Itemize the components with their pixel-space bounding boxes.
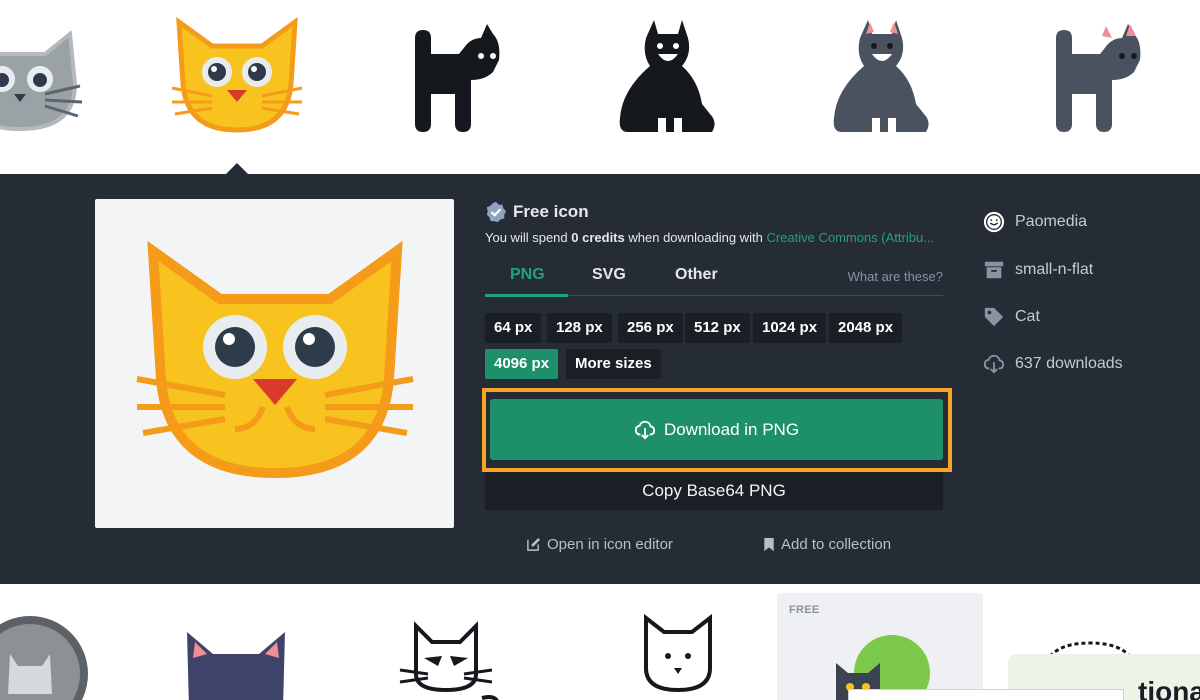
icon-detail-page: Free icon You will spend 0 credits when … <box>0 0 1200 700</box>
size-256[interactable]: 256 px <box>618 313 683 343</box>
related-icons-row <box>0 0 1200 175</box>
icon-preview <box>95 199 454 528</box>
author-name: Paomedia <box>1015 213 1088 230</box>
downloads-count: 637 downloads <box>1015 355 1123 372</box>
free-tag: FREE <box>789 604 820 616</box>
open-editor-link[interactable]: Open in icon editor <box>526 536 673 553</box>
edit-icon <box>527 537 541 551</box>
verified-badge-icon <box>486 201 507 223</box>
download-label: Download in PNG <box>663 419 800 439</box>
cat-orange-icon <box>136 240 414 479</box>
size-4096[interactable]: 4096 px <box>485 349 559 379</box>
cat-circle-icon[interactable] <box>0 614 90 700</box>
cat-gray-walking-icon[interactable] <box>1026 14 1166 144</box>
size-1024[interactable]: 1024 px <box>753 313 827 343</box>
copy-base64-button[interactable]: Copy Base64 PNG <box>485 472 943 510</box>
download-png-button[interactable]: Download in PNG <box>490 399 943 460</box>
active-tab-indicator <box>485 294 568 297</box>
cat-orange-icon[interactable] <box>167 14 307 144</box>
what-are-these-link[interactable]: What are these? <box>848 269 943 284</box>
free-icon-card[interactable]: FREE <box>777 593 983 700</box>
credits-prefix: You will spend <box>485 230 568 245</box>
promo-input-box <box>848 689 1124 700</box>
cloud-download-icon <box>634 420 656 440</box>
tag-name: Cat <box>1015 308 1040 325</box>
add-collection-link[interactable]: Add to collection <box>763 536 891 553</box>
credits-info: You will spend 0 credits when downloadin… <box>485 230 945 245</box>
bookmark-icon <box>764 537 774 552</box>
format-tabs: PNG SVG Other What are these? <box>485 260 943 297</box>
size-64[interactable]: 64 px <box>485 313 542 343</box>
tag-item[interactable]: Cat <box>983 306 1040 328</box>
tab-other[interactable]: Other <box>675 266 718 284</box>
dog-outline-icon[interactable] <box>638 613 718 700</box>
credits-middle: when downloading with <box>628 230 763 245</box>
more-sizes-button[interactable]: More sizes <box>566 349 661 379</box>
author-item[interactable]: Paomedia <box>983 211 1087 233</box>
cat-gray-icon[interactable] <box>0 14 90 144</box>
archive-icon <box>984 261 1004 279</box>
promo-text: tiona <box>1138 676 1200 700</box>
add-collection-label: Add to collection <box>781 536 892 553</box>
pack-item[interactable]: small-n-flat <box>983 259 1093 281</box>
free-icon-title: Free icon <box>513 202 589 221</box>
license-link[interactable]: Creative Commons (Attribu... <box>766 230 934 245</box>
cat-black-walking-icon[interactable] <box>385 14 525 144</box>
tag-icon <box>984 307 1004 327</box>
size-512[interactable]: 512 px <box>685 313 750 343</box>
more-icons-row: FREE tiona <box>0 584 1200 700</box>
pack-name: small-n-flat <box>1015 261 1094 278</box>
cat-black-sitting-icon[interactable] <box>598 14 738 144</box>
free-icon-header: Free icon <box>485 201 589 223</box>
tab-svg[interactable]: SVG <box>592 266 626 284</box>
tab-png[interactable]: PNG <box>510 266 545 284</box>
author-avatar-icon <box>983 211 1005 233</box>
size-128[interactable]: 128 px <box>547 313 612 343</box>
cat-masked-icon[interactable] <box>183 628 289 700</box>
cat-gray-sitting-icon[interactable] <box>812 14 952 144</box>
icon-detail-panel: Free icon You will spend 0 credits when … <box>0 174 1200 584</box>
cloud-download-icon <box>983 354 1005 374</box>
cat-outline-glasses-icon[interactable] <box>398 620 504 700</box>
downloads-item: 637 downloads <box>983 353 1123 375</box>
open-editor-label: Open in icon editor <box>547 536 673 553</box>
credits-amount: 0 credits <box>571 230 625 245</box>
size-2048[interactable]: 2048 px <box>829 313 903 343</box>
